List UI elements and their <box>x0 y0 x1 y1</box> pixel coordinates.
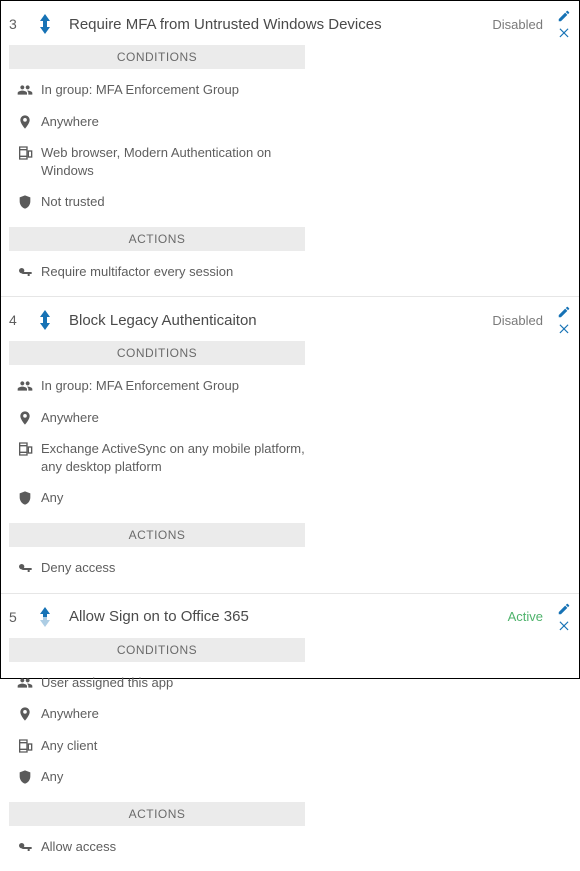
condition-row: Any <box>1 485 579 517</box>
move-down-icon[interactable] <box>39 617 51 627</box>
condition-row: Not trusted <box>1 189 579 221</box>
condition-row: Any <box>1 764 579 796</box>
rule-action-buttons <box>557 305 571 335</box>
device-icon <box>15 144 35 161</box>
edit-icon[interactable] <box>557 9 571 23</box>
condition-row: Web browser, Modern Authentication on Wi… <box>1 140 579 189</box>
conditions-heading: CONDITIONS <box>9 341 305 365</box>
delete-icon[interactable] <box>557 321 571 335</box>
conditions-heading: CONDITIONS <box>9 638 305 662</box>
policy-rule: 4 Block Legacy AuthenticaitonDisabled COND… <box>1 296 579 592</box>
policy-rule: 5 Allow Sign on to Office 365Active CONDIT… <box>1 593 579 871</box>
condition-text: Any client <box>41 737 321 755</box>
action-row: Require multifactor every session <box>1 259 579 291</box>
rule-header: 5 Allow Sign on to Office 365Active <box>1 598 579 632</box>
key-icon <box>15 263 35 280</box>
condition-text: Any <box>41 768 321 786</box>
shield-icon <box>15 193 35 210</box>
action-text: Require multifactor every session <box>41 263 321 281</box>
reorder-control <box>35 607 55 627</box>
rule-status: Disabled <box>492 313 543 328</box>
action-text: Allow access <box>41 838 321 856</box>
condition-text: Not trusted <box>41 193 321 211</box>
device-icon <box>15 737 35 754</box>
key-icon <box>15 838 35 855</box>
move-up-icon[interactable] <box>39 310 51 320</box>
pin-icon <box>15 705 35 722</box>
condition-row: Any client <box>1 733 579 765</box>
edit-icon[interactable] <box>557 305 571 319</box>
action-text: Deny access <box>41 559 321 577</box>
rule-status: Active <box>508 609 543 624</box>
move-up-icon[interactable] <box>39 14 51 24</box>
condition-row: In group: MFA Enforcement Group <box>1 77 579 109</box>
action-row: Allow access <box>1 834 579 866</box>
move-up-icon[interactable] <box>39 607 51 617</box>
delete-icon[interactable] <box>557 618 571 632</box>
reorder-control <box>35 310 55 330</box>
rule-title: Allow Sign on to Office 365 <box>69 608 508 625</box>
condition-row: Exchange ActiveSync on any mobile platfo… <box>1 436 579 485</box>
actions-heading: ACTIONS <box>9 227 305 251</box>
shield-icon <box>15 768 35 785</box>
actions-heading: ACTIONS <box>9 523 305 547</box>
edit-icon[interactable] <box>557 602 571 616</box>
move-down-icon[interactable] <box>39 24 51 34</box>
delete-icon[interactable] <box>557 25 571 39</box>
rule-title: Block Legacy Authenticaiton <box>69 312 492 329</box>
reorder-control <box>35 14 55 34</box>
rule-number: 5 <box>9 609 35 625</box>
group-icon <box>15 81 35 98</box>
rule-number: 4 <box>9 312 35 328</box>
condition-text: Anywhere <box>41 113 321 131</box>
condition-row: Anywhere <box>1 109 579 141</box>
conditions-heading: CONDITIONS <box>9 45 305 69</box>
rule-status: Disabled <box>492 17 543 32</box>
condition-row: In group: MFA Enforcement Group <box>1 373 579 405</box>
pin-icon <box>15 409 35 426</box>
condition-row: Anywhere <box>1 405 579 437</box>
condition-row: User assigned this app <box>1 670 579 702</box>
pin-icon <box>15 113 35 130</box>
rule-header: 4 Block Legacy AuthenticaitonDisabled <box>1 301 579 335</box>
condition-text: Any <box>41 489 321 507</box>
rule-title: Require MFA from Untrusted Windows Devic… <box>69 16 492 33</box>
condition-text: In group: MFA Enforcement Group <box>41 81 321 99</box>
condition-text: User assigned this app <box>41 674 321 692</box>
shield-icon <box>15 489 35 506</box>
rule-number: 3 <box>9 16 35 32</box>
key-icon <box>15 559 35 576</box>
group-icon <box>15 674 35 691</box>
condition-text: Anywhere <box>41 705 321 723</box>
condition-text: Web browser, Modern Authentication on Wi… <box>41 144 321 179</box>
move-down-icon[interactable] <box>39 320 51 330</box>
rule-action-buttons <box>557 9 571 39</box>
device-icon <box>15 440 35 457</box>
condition-text: In group: MFA Enforcement Group <box>41 377 321 395</box>
policy-rule: 3 Require MFA from Untrusted Windows Devi… <box>1 1 579 296</box>
condition-text: Anywhere <box>41 409 321 427</box>
condition-text: Exchange ActiveSync on any mobile platfo… <box>41 440 321 475</box>
group-icon <box>15 377 35 394</box>
rule-header: 3 Require MFA from Untrusted Windows Devi… <box>1 5 579 39</box>
rule-action-buttons <box>557 602 571 632</box>
action-row: Deny access <box>1 555 579 587</box>
actions-heading: ACTIONS <box>9 802 305 826</box>
condition-row: Anywhere <box>1 701 579 733</box>
